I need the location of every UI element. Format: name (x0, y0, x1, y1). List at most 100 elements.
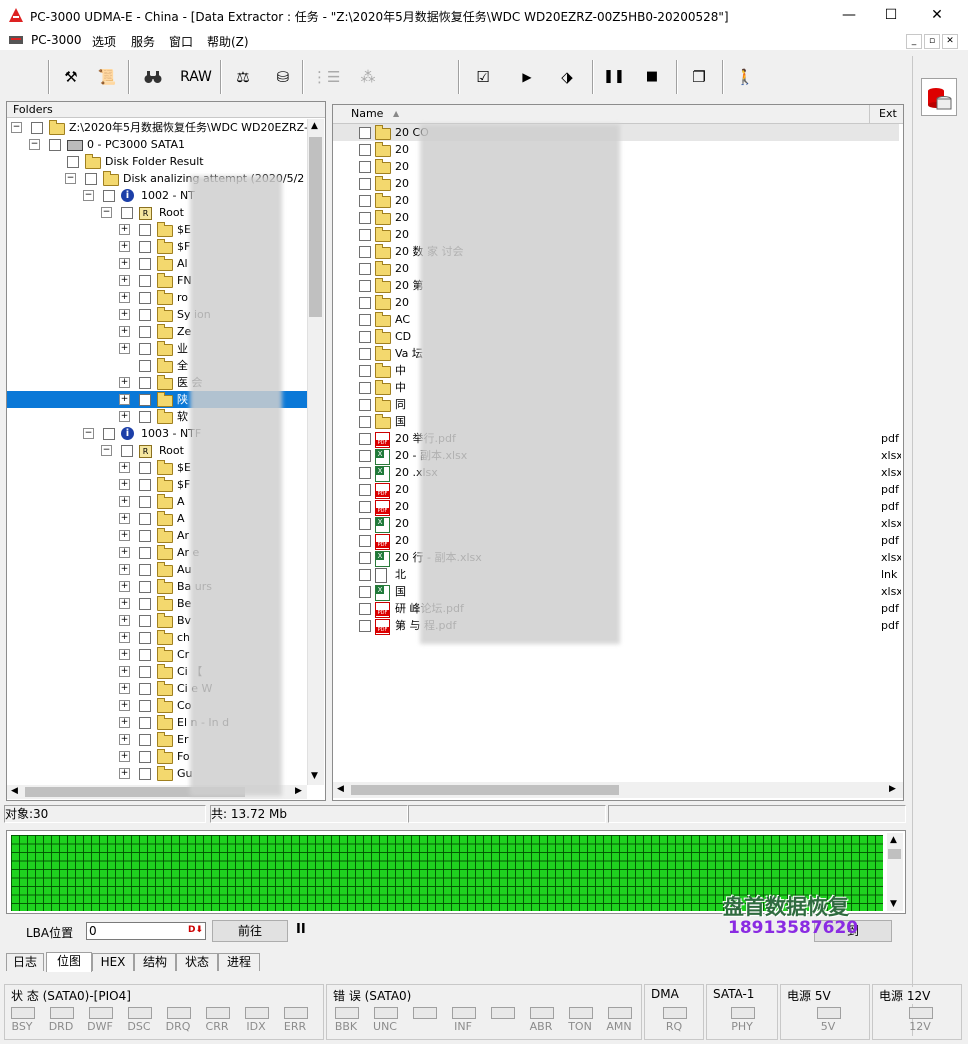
tab-process[interactable]: 进程 (218, 953, 260, 971)
tree-item-checkbox[interactable] (139, 292, 151, 304)
tree-item-checkbox[interactable] (139, 394, 151, 406)
tree-item-checkbox[interactable] (121, 445, 133, 457)
file-checkbox[interactable] (359, 484, 371, 496)
disk-export-icon[interactable]: ⛁ (270, 63, 296, 91)
tree-item-checkbox[interactable] (139, 530, 151, 542)
tree-item-checkbox[interactable] (85, 173, 97, 185)
collapse-icon[interactable]: − (65, 173, 76, 184)
expand-icon[interactable]: + (119, 751, 130, 762)
tab-log[interactable]: 日志 (6, 953, 44, 971)
expand-icon[interactable]: + (119, 666, 130, 677)
lba-dropdown-icon[interactable]: D⬇ (188, 925, 203, 935)
file-checkbox[interactable] (359, 195, 371, 207)
file-checkbox[interactable] (359, 399, 371, 411)
file-checkbox[interactable] (359, 518, 371, 530)
file-checkbox[interactable] (359, 416, 371, 428)
tab-bitmap[interactable]: 位图 (46, 952, 92, 972)
tree-item-checkbox[interactable] (139, 513, 151, 525)
database-icon[interactable] (921, 78, 957, 116)
expand-icon[interactable]: + (119, 581, 130, 592)
mdi-restore-button[interactable]: ▫ (924, 34, 940, 49)
tree-item-checkbox[interactable] (139, 360, 151, 372)
tree-item-checkbox[interactable] (103, 190, 115, 202)
file-checkbox[interactable] (359, 212, 371, 224)
collapse-icon[interactable]: − (101, 445, 112, 456)
file-checkbox[interactable] (359, 535, 371, 547)
tree-item-checkbox[interactable] (139, 224, 151, 236)
column-ext-header[interactable]: Ext (879, 105, 897, 123)
tools-icon[interactable]: ⚒ (58, 63, 84, 91)
collapse-icon[interactable]: − (101, 207, 112, 218)
tree-item-checkbox[interactable] (121, 207, 133, 219)
expand-icon[interactable]: + (119, 309, 130, 320)
tree-item-checkbox[interactable] (139, 547, 151, 559)
stop-icon[interactable]: ■ (640, 63, 664, 91)
file-checkbox[interactable] (359, 450, 371, 462)
go-button[interactable]: 前往 (212, 920, 288, 942)
tree-item-checkbox[interactable] (139, 479, 151, 491)
network-icon[interactable]: ⁂ (352, 63, 384, 91)
pause-icon[interactable]: ❚❚ (602, 63, 626, 91)
tree-item-checkbox[interactable] (103, 428, 115, 440)
tree-item[interactable]: − 0 - PC3000 SATA1 (7, 136, 307, 153)
tree-item-checkbox[interactable] (139, 734, 151, 746)
expand-icon[interactable]: + (119, 462, 130, 473)
collapse-icon[interactable]: − (83, 428, 94, 439)
play-icon[interactable]: ▶ (514, 63, 540, 91)
expand-icon[interactable]: + (119, 700, 130, 711)
tree-item-checkbox[interactable] (139, 666, 151, 678)
flow-icon[interactable]: ⬗ (550, 63, 584, 91)
copy-window-icon[interactable]: ❐ (686, 63, 712, 91)
file-checkbox[interactable] (359, 365, 371, 377)
expand-icon[interactable]: + (119, 649, 130, 660)
tree-item-checkbox[interactable] (67, 156, 79, 168)
tree-item-checkbox[interactable] (139, 751, 151, 763)
maximize-button[interactable]: ☐ (868, 0, 914, 30)
scroll-icon[interactable]: 📜 (94, 63, 120, 91)
expand-icon[interactable]: + (119, 564, 130, 575)
pause-button[interactable]: II (296, 922, 306, 937)
tree-item-checkbox[interactable] (139, 615, 151, 627)
menu-options[interactable]: 选项 (92, 33, 116, 50)
expand-icon[interactable]: + (119, 530, 130, 541)
file-checkbox[interactable] (359, 433, 371, 445)
file-checkbox[interactable] (359, 314, 371, 326)
sector-map-scrollbar[interactable]: ▲ ▼ (887, 833, 903, 911)
file-checkbox[interactable] (359, 467, 371, 479)
tree-item-checkbox[interactable] (139, 377, 151, 389)
file-checkbox[interactable] (359, 382, 371, 394)
scale-icon[interactable]: ⚖ (230, 63, 256, 91)
file-checkbox[interactable] (359, 620, 371, 632)
tree-item-checkbox[interactable] (139, 496, 151, 508)
tree-item-checkbox[interactable] (139, 258, 151, 270)
expand-icon[interactable]: + (119, 717, 130, 728)
expand-icon[interactable]: + (119, 734, 130, 745)
file-checkbox[interactable] (359, 586, 371, 598)
expand-icon[interactable]: + (119, 547, 130, 558)
tree-item-checkbox[interactable] (139, 598, 151, 610)
collapse-icon[interactable]: − (83, 190, 94, 201)
tree-item-checkbox[interactable] (139, 683, 151, 695)
file-checkbox[interactable] (359, 331, 371, 343)
expand-icon[interactable]: + (119, 326, 130, 337)
tab-hex[interactable]: HEX (92, 953, 134, 971)
expand-icon[interactable]: + (119, 479, 130, 490)
close-button[interactable]: ✕ (914, 0, 960, 30)
file-checkbox[interactable] (359, 127, 371, 139)
mdi-minimize-button[interactable]: _ (906, 34, 922, 49)
expand-icon[interactable]: + (119, 768, 130, 779)
file-checkbox[interactable] (359, 297, 371, 309)
tree-item-checkbox[interactable] (139, 564, 151, 576)
file-checkbox[interactable] (359, 229, 371, 241)
file-checkbox[interactable] (359, 501, 371, 513)
expand-icon[interactable]: + (119, 615, 130, 626)
file-checkbox[interactable] (359, 348, 371, 360)
tree-item-checkbox[interactable] (139, 411, 151, 423)
collapse-icon[interactable]: − (29, 139, 40, 150)
file-checkbox[interactable] (359, 280, 371, 292)
tab-structure[interactable]: 结构 (134, 953, 176, 971)
menu-window[interactable]: 窗口 (169, 33, 193, 50)
file-checkbox[interactable] (359, 263, 371, 275)
tree-item-checkbox[interactable] (139, 768, 151, 780)
mdi-close-button[interactable]: ✕ (942, 34, 958, 49)
